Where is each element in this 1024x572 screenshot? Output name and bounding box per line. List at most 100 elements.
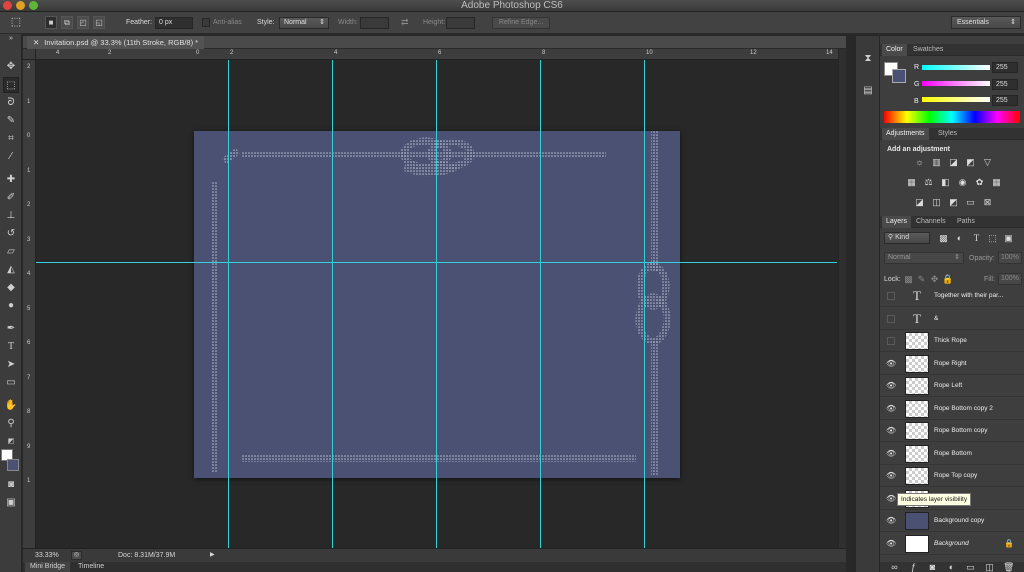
layer-thumbnail[interactable] bbox=[905, 512, 929, 530]
vertical-ruler[interactable]: 2 1 0 1 2 3 4 5 6 7 8 9 1 bbox=[23, 60, 36, 550]
rectangular-marquee-tool-icon[interactable]: ⬚ bbox=[3, 77, 19, 93]
layer-name[interactable]: Rope Right bbox=[934, 353, 967, 375]
type-layer-icon[interactable]: T bbox=[905, 287, 929, 305]
clone-stamp-tool-icon[interactable]: ⊥ bbox=[3, 208, 19, 224]
layer-name[interactable]: & bbox=[934, 308, 938, 330]
selective-color-icon[interactable]: ⊠ bbox=[982, 197, 993, 208]
intersect-selection-button[interactable]: ◱ bbox=[93, 16, 105, 29]
close-icon[interactable]: ✕ bbox=[33, 38, 39, 47]
layer-row[interactable]: 👁 Rope Bottom bbox=[880, 442, 1024, 465]
lasso-tool-icon[interactable]: ᘐ bbox=[3, 95, 19, 111]
color-panel-background-swatch[interactable] bbox=[892, 69, 906, 83]
guide-vertical[interactable] bbox=[540, 60, 541, 548]
tab-channels[interactable]: Channels bbox=[912, 216, 950, 228]
tab-timeline[interactable]: Timeline bbox=[73, 562, 109, 572]
crop-tool-icon[interactable]: ⌗ bbox=[3, 131, 19, 147]
filter-adjustment-icon[interactable]: ◐ bbox=[954, 233, 965, 244]
vibrance-icon[interactable]: ▽ bbox=[982, 157, 993, 168]
layer-row[interactable]: T & bbox=[880, 307, 1024, 330]
eye-icon[interactable]: 👁 bbox=[886, 449, 896, 459]
layer-name[interactable]: Together with their par... bbox=[934, 285, 1003, 307]
layer-style-icon[interactable]: ƒ bbox=[908, 562, 919, 572]
eyedropper-tool-icon[interactable]: ⁄ bbox=[3, 149, 19, 165]
guide-vertical[interactable] bbox=[228, 60, 229, 548]
layer-row[interactable]: T Together with their par... bbox=[880, 285, 1024, 307]
guide-vertical[interactable] bbox=[644, 60, 645, 548]
ruler-origin[interactable] bbox=[23, 49, 36, 60]
path-selection-tool-icon[interactable]: ➤ bbox=[3, 357, 19, 373]
color-lookup-icon[interactable]: ▦ bbox=[991, 177, 1002, 188]
workspace-select[interactable]: Essentials ⇕ bbox=[951, 16, 1021, 29]
lock-image-icon[interactable]: ✎ bbox=[916, 274, 927, 285]
add-to-selection-button[interactable]: ⧉ bbox=[61, 16, 73, 29]
visibility-toggle[interactable] bbox=[887, 292, 895, 300]
eye-icon[interactable]: 👁 bbox=[886, 404, 896, 414]
hand-tool-icon[interactable]: ✋ bbox=[3, 398, 19, 414]
tab-adjustments[interactable]: Adjustments bbox=[882, 128, 929, 140]
visibility-toggle[interactable] bbox=[887, 314, 895, 323]
eye-icon[interactable]: 👁 bbox=[886, 494, 896, 504]
lock-transparent-icon[interactable]: ▩ bbox=[903, 274, 914, 285]
guide-vertical[interactable] bbox=[436, 60, 437, 548]
layer-name[interactable]: Rope Bottom bbox=[934, 443, 972, 465]
layer-thumbnail[interactable] bbox=[905, 534, 929, 553]
posterize-icon[interactable]: ◫ bbox=[931, 197, 942, 208]
paint-bucket-tool-icon[interactable]: ◭ bbox=[3, 262, 19, 278]
blend-mode-select[interactable]: Normal ⇕ bbox=[884, 252, 964, 264]
green-value[interactable]: 255 bbox=[992, 79, 1018, 90]
spot-healing-tool-icon[interactable]: ✚ bbox=[3, 172, 19, 188]
color-balance-icon[interactable]: ⚖ bbox=[923, 177, 934, 188]
share-icon[interactable]: ◎ bbox=[71, 551, 82, 560]
tab-styles[interactable]: Styles bbox=[934, 128, 961, 140]
layer-name[interactable]: Background bbox=[934, 533, 969, 555]
new-group-icon[interactable]: ▭ bbox=[965, 562, 976, 572]
fill-input[interactable]: 100% bbox=[998, 273, 1022, 285]
lock-position-icon[interactable]: ✥ bbox=[929, 274, 940, 285]
tab-mini-bridge[interactable]: Mini Bridge bbox=[25, 562, 71, 572]
move-tool-icon[interactable]: ✥ bbox=[3, 59, 19, 75]
gradient-map-icon[interactable]: ▭ bbox=[965, 197, 976, 208]
style-select[interactable]: Normal ⇕ bbox=[279, 17, 329, 29]
eye-icon[interactable]: 👁 bbox=[886, 381, 896, 391]
levels-icon[interactable]: ▥ bbox=[931, 157, 942, 168]
color-spectrum-bar[interactable] bbox=[884, 111, 1020, 123]
brightness-contrast-icon[interactable]: ☼ bbox=[914, 157, 925, 168]
history-brush-tool-icon[interactable]: ↺ bbox=[3, 226, 19, 242]
horizontal-ruler[interactable]: 4 2 0 2 4 6 8 10 12 14 bbox=[36, 49, 846, 60]
background-color-swatch[interactable] bbox=[7, 459, 19, 471]
layer-thumbnail[interactable] bbox=[905, 422, 929, 440]
layer-thumbnail[interactable] bbox=[905, 444, 929, 463]
layer-name[interactable]: Rope Bottom copy bbox=[934, 420, 987, 442]
layer-thumbnail[interactable] bbox=[905, 399, 929, 418]
tab-layers[interactable]: Layers bbox=[882, 216, 912, 228]
layer-row[interactable]: 👁 Background 🔒 bbox=[880, 532, 1024, 555]
photo-filter-icon[interactable]: ◉ bbox=[957, 177, 968, 188]
refine-edge-button[interactable]: Refine Edge... bbox=[492, 17, 550, 29]
delete-layer-icon[interactable]: 🗑 bbox=[1003, 562, 1014, 572]
filter-pixel-icon[interactable]: ▩ bbox=[938, 233, 949, 244]
screen-mode-icon[interactable]: ▣ bbox=[3, 495, 19, 511]
layer-row[interactable]: 👁 Background copy bbox=[880, 510, 1024, 532]
anti-alias-checkbox[interactable] bbox=[202, 18, 210, 27]
tab-paths[interactable]: Paths bbox=[953, 216, 979, 228]
layer-name[interactable]: Background copy bbox=[934, 510, 984, 532]
layer-thumbnail[interactable] bbox=[905, 354, 929, 373]
type-tool-icon[interactable]: T bbox=[3, 339, 19, 355]
status-menu-arrow-icon[interactable]: ▶ bbox=[210, 549, 215, 562]
type-layer-icon[interactable]: T bbox=[905, 310, 929, 328]
layer-row[interactable]: 👁 Rope Left bbox=[880, 375, 1024, 397]
green-slider[interactable] bbox=[922, 81, 990, 86]
height-input[interactable] bbox=[446, 17, 475, 29]
eye-icon[interactable]: 👁 bbox=[886, 471, 896, 481]
red-slider[interactable] bbox=[922, 65, 990, 70]
width-input[interactable] bbox=[360, 17, 389, 29]
visibility-toggle[interactable] bbox=[887, 337, 895, 345]
filter-smart-object-icon[interactable]: ▣ bbox=[1003, 233, 1014, 244]
channel-mixer-icon[interactable]: ✿ bbox=[974, 177, 985, 188]
feather-input[interactable]: 0 px bbox=[155, 17, 193, 29]
brush-tool-icon[interactable]: ✐ bbox=[3, 190, 19, 206]
document-tab[interactable]: ✕ Invitation.psd @ 33.3% (11th Stroke, RG… bbox=[27, 36, 205, 49]
document-canvas[interactable] bbox=[194, 131, 680, 478]
layer-name[interactable]: Thick Rope bbox=[934, 330, 967, 352]
rectangle-tool-icon[interactable]: ▭ bbox=[3, 375, 19, 391]
